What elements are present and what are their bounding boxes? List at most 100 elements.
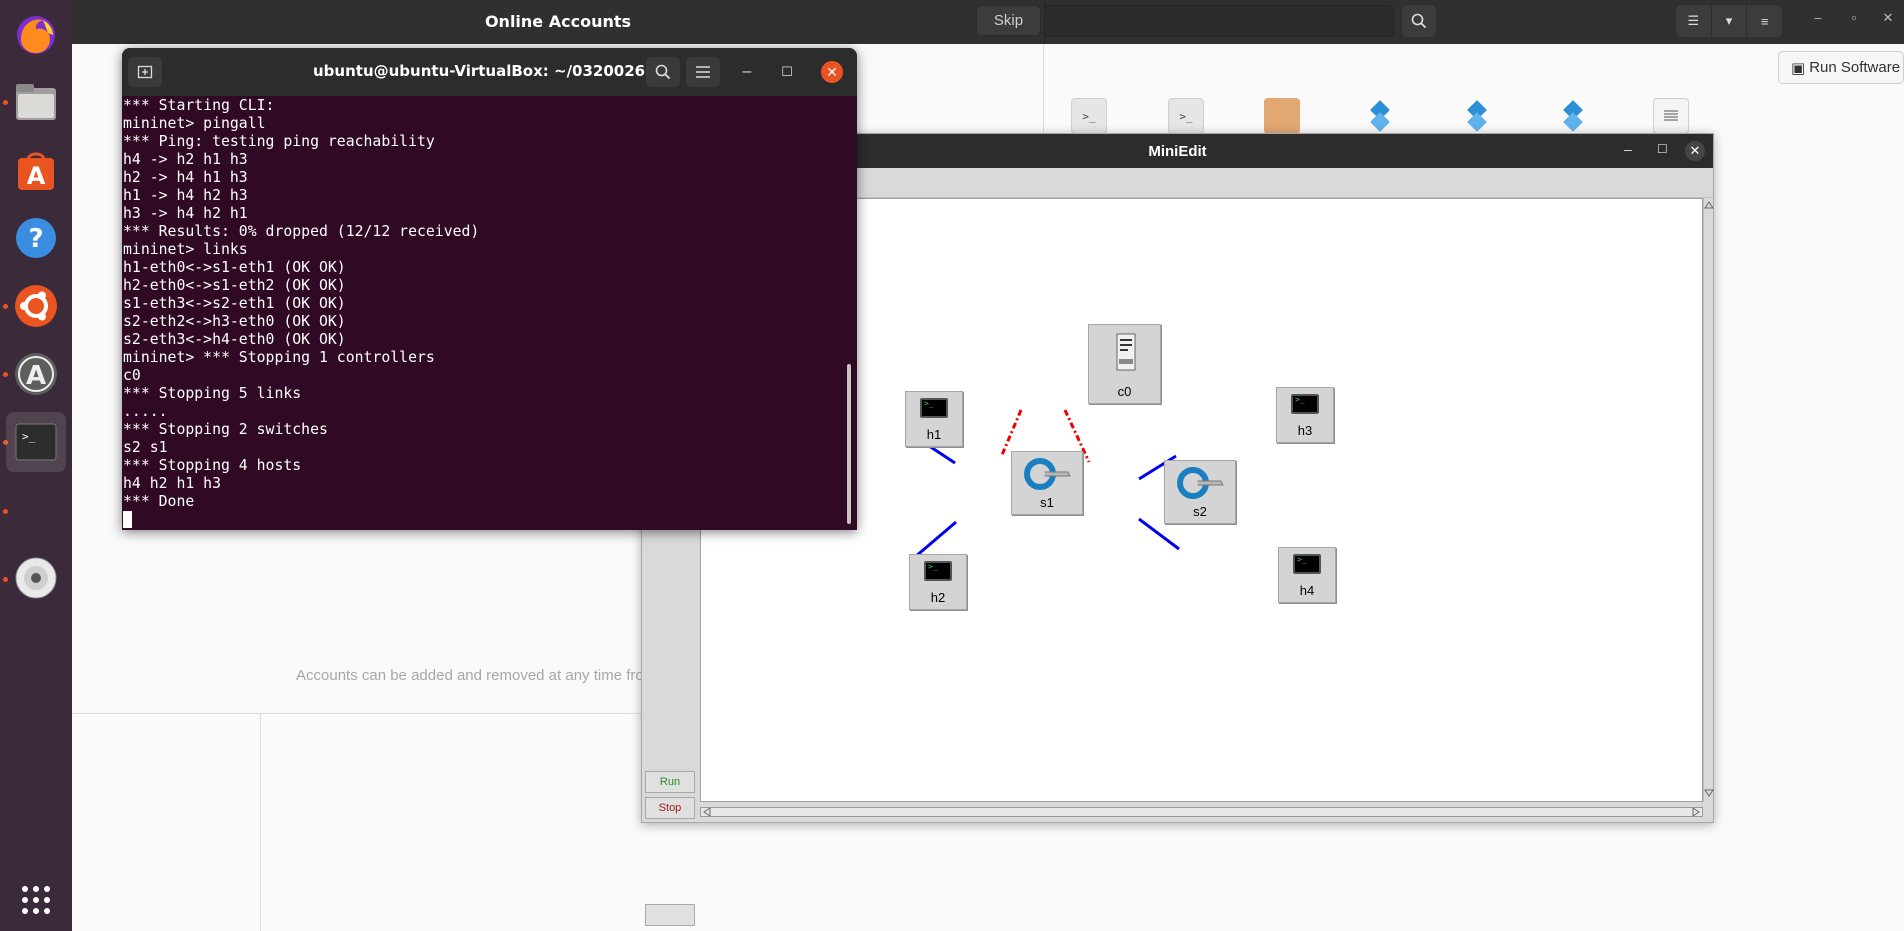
terminal-line: h3 -> h4 h2 h1: [123, 205, 248, 222]
terminal-line: s2-eth2<->h3-eth0 (OK OK): [123, 313, 346, 330]
ubuntu-logo-icon: [15, 285, 57, 327]
app-blue-3-icon[interactable]: [1555, 98, 1591, 134]
terminal-line: *** Ping: testing ping reachability: [123, 133, 435, 150]
terminal-line: mininet> *** Stopping 1 controllers: [123, 349, 435, 366]
close-icon[interactable]: ✕: [821, 61, 843, 83]
node-label: c0: [1117, 384, 1132, 399]
online-accounts-title: Online Accounts: [484, 12, 632, 31]
search-icon: [655, 64, 671, 80]
terminal-line: *** Results: 0% dropped (12/12 received): [123, 223, 480, 240]
close-icon[interactable]: ✕: [1876, 10, 1900, 26]
terminal-line: .....: [123, 403, 168, 420]
document-icon[interactable]: [1653, 98, 1689, 134]
skip-button[interactable]: Skip: [976, 5, 1041, 36]
folder-icon: [16, 84, 56, 120]
terminal-line: h1 -> h4 h2 h3: [123, 187, 248, 204]
terminal-line: *** Stopping 2 switches: [123, 421, 328, 438]
terminal-line: s2 s1: [123, 439, 168, 456]
files-launcher[interactable]: [6, 72, 66, 132]
dvd-launcher[interactable]: [6, 548, 66, 608]
software-search-button[interactable]: [1402, 5, 1436, 37]
terminal-cursor: [123, 511, 132, 528]
disc-icon: [15, 557, 57, 599]
switch-s2[interactable]: s2: [1164, 460, 1236, 524]
menu-icon[interactable]: ≡: [1747, 5, 1782, 37]
online-accounts-note: Accounts can be added and removed at any…: [296, 667, 644, 684]
node-label: s2: [1193, 504, 1207, 519]
dock: A ? A >_: [0, 0, 72, 931]
horizontal-scrollbar[interactable]: [700, 802, 1703, 822]
host-h2[interactable]: h2: [909, 554, 967, 610]
help-launcher[interactable]: ?: [6, 208, 66, 268]
maximize-icon[interactable]: ☐: [776, 61, 798, 83]
svg-text:A: A: [26, 361, 46, 391]
terminal-2-icon[interactable]: >_: [1168, 98, 1204, 134]
run-software-button[interactable]: ▣ Run Software: [1778, 51, 1904, 84]
server-icon: [1116, 333, 1136, 371]
archive-icon[interactable]: [1264, 98, 1300, 134]
firefox-icon: [17, 16, 55, 54]
minimize-icon[interactable]: –: [1624, 141, 1632, 157]
minimize-icon[interactable]: –: [736, 61, 758, 83]
terminal-1-icon[interactable]: >_: [1071, 98, 1107, 134]
svg-text:>_: >_: [22, 430, 36, 443]
host-icon: [924, 561, 952, 581]
host-h4[interactable]: h4: [1278, 547, 1336, 603]
firefox-launcher[interactable]: [6, 4, 66, 64]
svg-text:?: ?: [28, 224, 43, 254]
terminal-line: mininet> pingall: [123, 115, 266, 132]
chevron-down-icon[interactable]: ▾: [1712, 5, 1748, 37]
svg-text:A: A: [27, 162, 46, 190]
ubuntu-software-launcher[interactable]: A: [6, 140, 66, 200]
node-label: h4: [1299, 583, 1315, 598]
host-h1[interactable]: h1: [905, 391, 963, 447]
terminal-window: ubuntu@ubuntu-VirtualBox: ~/032002637 – …: [122, 48, 857, 530]
node-label: h1: [926, 427, 942, 442]
ubuntu-settings-launcher[interactable]: [6, 276, 66, 336]
vertical-scrollbar[interactable]: [1703, 198, 1714, 802]
online-accounts-sidebar-divider: [260, 714, 261, 931]
horizontal-scroll-trough[interactable]: [700, 807, 1703, 817]
show-applications-button[interactable]: [6, 870, 66, 930]
terminal-search-button[interactable]: [646, 57, 680, 87]
run-button-spacer: [645, 904, 695, 926]
node-label: s1: [1040, 495, 1054, 510]
switch-icon: [1177, 467, 1224, 499]
terminal-header: ubuntu@ubuntu-VirtualBox: ~/032002637 – …: [122, 48, 857, 96]
scroll-down-icon: [1704, 789, 1714, 797]
switch-s1[interactable]: s1: [1011, 451, 1083, 515]
minimize-icon[interactable]: –: [1806, 10, 1830, 25]
stop-button[interactable]: Stop: [645, 797, 695, 819]
terminal-launcher[interactable]: >_: [6, 412, 66, 472]
software-updater-launcher[interactable]: A: [6, 344, 66, 404]
host-h3[interactable]: h3: [1276, 387, 1334, 443]
terminal-menu-button[interactable]: [686, 57, 720, 87]
software-search-input[interactable]: [1044, 5, 1394, 37]
terminal-scrollbar[interactable]: [847, 364, 851, 524]
apps-grid-icon: [22, 886, 50, 914]
terminal-icon: >_: [15, 423, 57, 461]
running-indicator: [3, 509, 8, 514]
terminal-line: s2-eth3<->h4-eth0 (OK OK): [123, 331, 346, 348]
online-accounts-header: Online Accounts Skip: [72, 0, 1044, 44]
terminal-line: h2 -> h4 h1 h3: [123, 169, 248, 186]
search-icon: [1411, 13, 1427, 29]
terminal-output[interactable]: *** Starting CLI: mininet> pingall *** Pin…: [123, 96, 843, 530]
run-button[interactable]: Run: [645, 771, 695, 793]
controller-c0[interactable]: c0: [1088, 324, 1161, 404]
scroll-left-icon: [703, 807, 711, 817]
close-icon[interactable]: ✕: [1685, 141, 1705, 161]
maximize-icon[interactable]: ☐: [1657, 142, 1668, 156]
terminal-line: h4 -> h2 h1 h3: [123, 151, 248, 168]
list-view-icon[interactable]: ☰: [1676, 5, 1712, 37]
terminal-line: *** Stopping 5 links: [123, 385, 302, 402]
restore-icon[interactable]: ▫: [1842, 10, 1866, 25]
app-blue-1-icon[interactable]: [1362, 98, 1398, 134]
software-view-switcher: ☰ ▾ ≡: [1676, 5, 1782, 37]
terminal-line: *** Done: [123, 493, 195, 510]
terminal-line: mininet> links: [123, 241, 248, 258]
node-label: h3: [1297, 423, 1313, 438]
scroll-right-icon: [1692, 807, 1700, 817]
app-blue-2-icon[interactable]: [1459, 98, 1495, 134]
terminal-line: h1-eth0<->s1-eth1 (OK OK): [123, 259, 346, 276]
